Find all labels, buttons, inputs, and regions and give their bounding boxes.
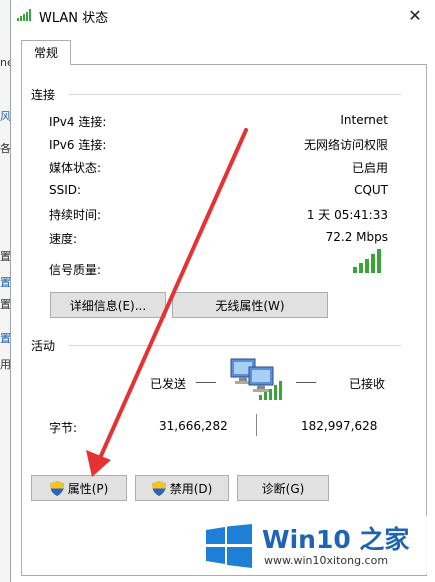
signal-bars-icon [353, 249, 381, 273]
network-computers-icon [230, 358, 282, 400]
ssid-value: CQUT [354, 183, 388, 197]
details-button-label: 详细信息(E)... [69, 298, 147, 313]
background-text: 置 [0, 332, 10, 345]
tab-general[interactable]: 常规 [21, 40, 71, 65]
signal-quality-label: 信号质量: [49, 263, 102, 277]
background-text: 置 [0, 298, 10, 311]
speed-label: 速度: [49, 232, 78, 246]
bytes-sent-value: 31,666,282 [159, 419, 228, 433]
wireless-properties-button[interactable]: 无线属性(W) [172, 292, 328, 318]
background-text: 置 [0, 276, 10, 289]
bytes-received-value: 182,997,628 [301, 419, 378, 433]
background-text: 用 [0, 358, 10, 371]
watermark-url: www.win10xitong.com [264, 554, 389, 567]
title-bar[interactable]: WLAN 状态 ✕ [11, 0, 435, 32]
uac-shield-icon [151, 480, 166, 496]
media-state-value: 已启用 [351, 161, 388, 175]
properties-button-label: 属性(P) [67, 481, 109, 496]
wifi-signal-icon [17, 9, 31, 21]
close-icon: ✕ [408, 6, 422, 25]
disable-button-label: 禁用(D) [169, 481, 213, 496]
received-dash [296, 382, 316, 383]
connection-divider [69, 94, 401, 95]
ipv6-label: IPv6 连接: [49, 138, 107, 152]
received-label: 已接收 [349, 377, 386, 391]
activity-divider [69, 345, 401, 346]
wlan-status-dialog: WLAN 状态 ✕ 常规 连接 IPv4 连接: Internet IPv6 连… [10, 0, 435, 582]
duration-label: 持续时间: [49, 208, 102, 222]
ipv4-label: IPv4 连接: [49, 115, 107, 129]
close-button[interactable]: ✕ [404, 5, 426, 27]
watermark-name: Win10 之家 [262, 525, 410, 554]
ipv4-value: Internet [340, 113, 388, 127]
activity-heading: 活动 [31, 337, 62, 354]
properties-button[interactable]: 属性(P) [31, 475, 127, 501]
disable-button[interactable]: 禁用(D) [135, 475, 229, 501]
sent-dash [196, 382, 216, 383]
speed-value: 72.2 Mbps [325, 230, 388, 244]
background-text: 各 [0, 142, 10, 155]
media-state-label: 媒体状态: [49, 161, 102, 175]
uac-shield-icon [49, 480, 64, 496]
ipv6-value: 无网络访问权限 [303, 138, 388, 152]
duration-value: 1 天 05:41:33 [306, 208, 388, 222]
sent-label: 已发送 [150, 377, 187, 391]
watermark: Win10 之家 www.win10xitong.com [200, 516, 432, 574]
bytes-label: 字节: [49, 421, 78, 435]
diagnose-button[interactable]: 诊断(G) [237, 475, 329, 501]
ssid-label: SSID: [49, 183, 82, 197]
background-text: 置 [0, 250, 10, 263]
background-text: ne [0, 56, 10, 69]
connection-heading: 连接 [31, 86, 62, 103]
bytes-separator [256, 414, 257, 436]
background-text: 风 [0, 110, 10, 123]
diagnose-button-label: 诊断(G) [261, 481, 305, 496]
windows-logo-icon [206, 524, 252, 568]
details-button[interactable]: 详细信息(E)... [50, 292, 166, 318]
window-title: WLAN 状态 [39, 11, 109, 26]
wireless-properties-label: 无线属性(W) [215, 298, 285, 313]
